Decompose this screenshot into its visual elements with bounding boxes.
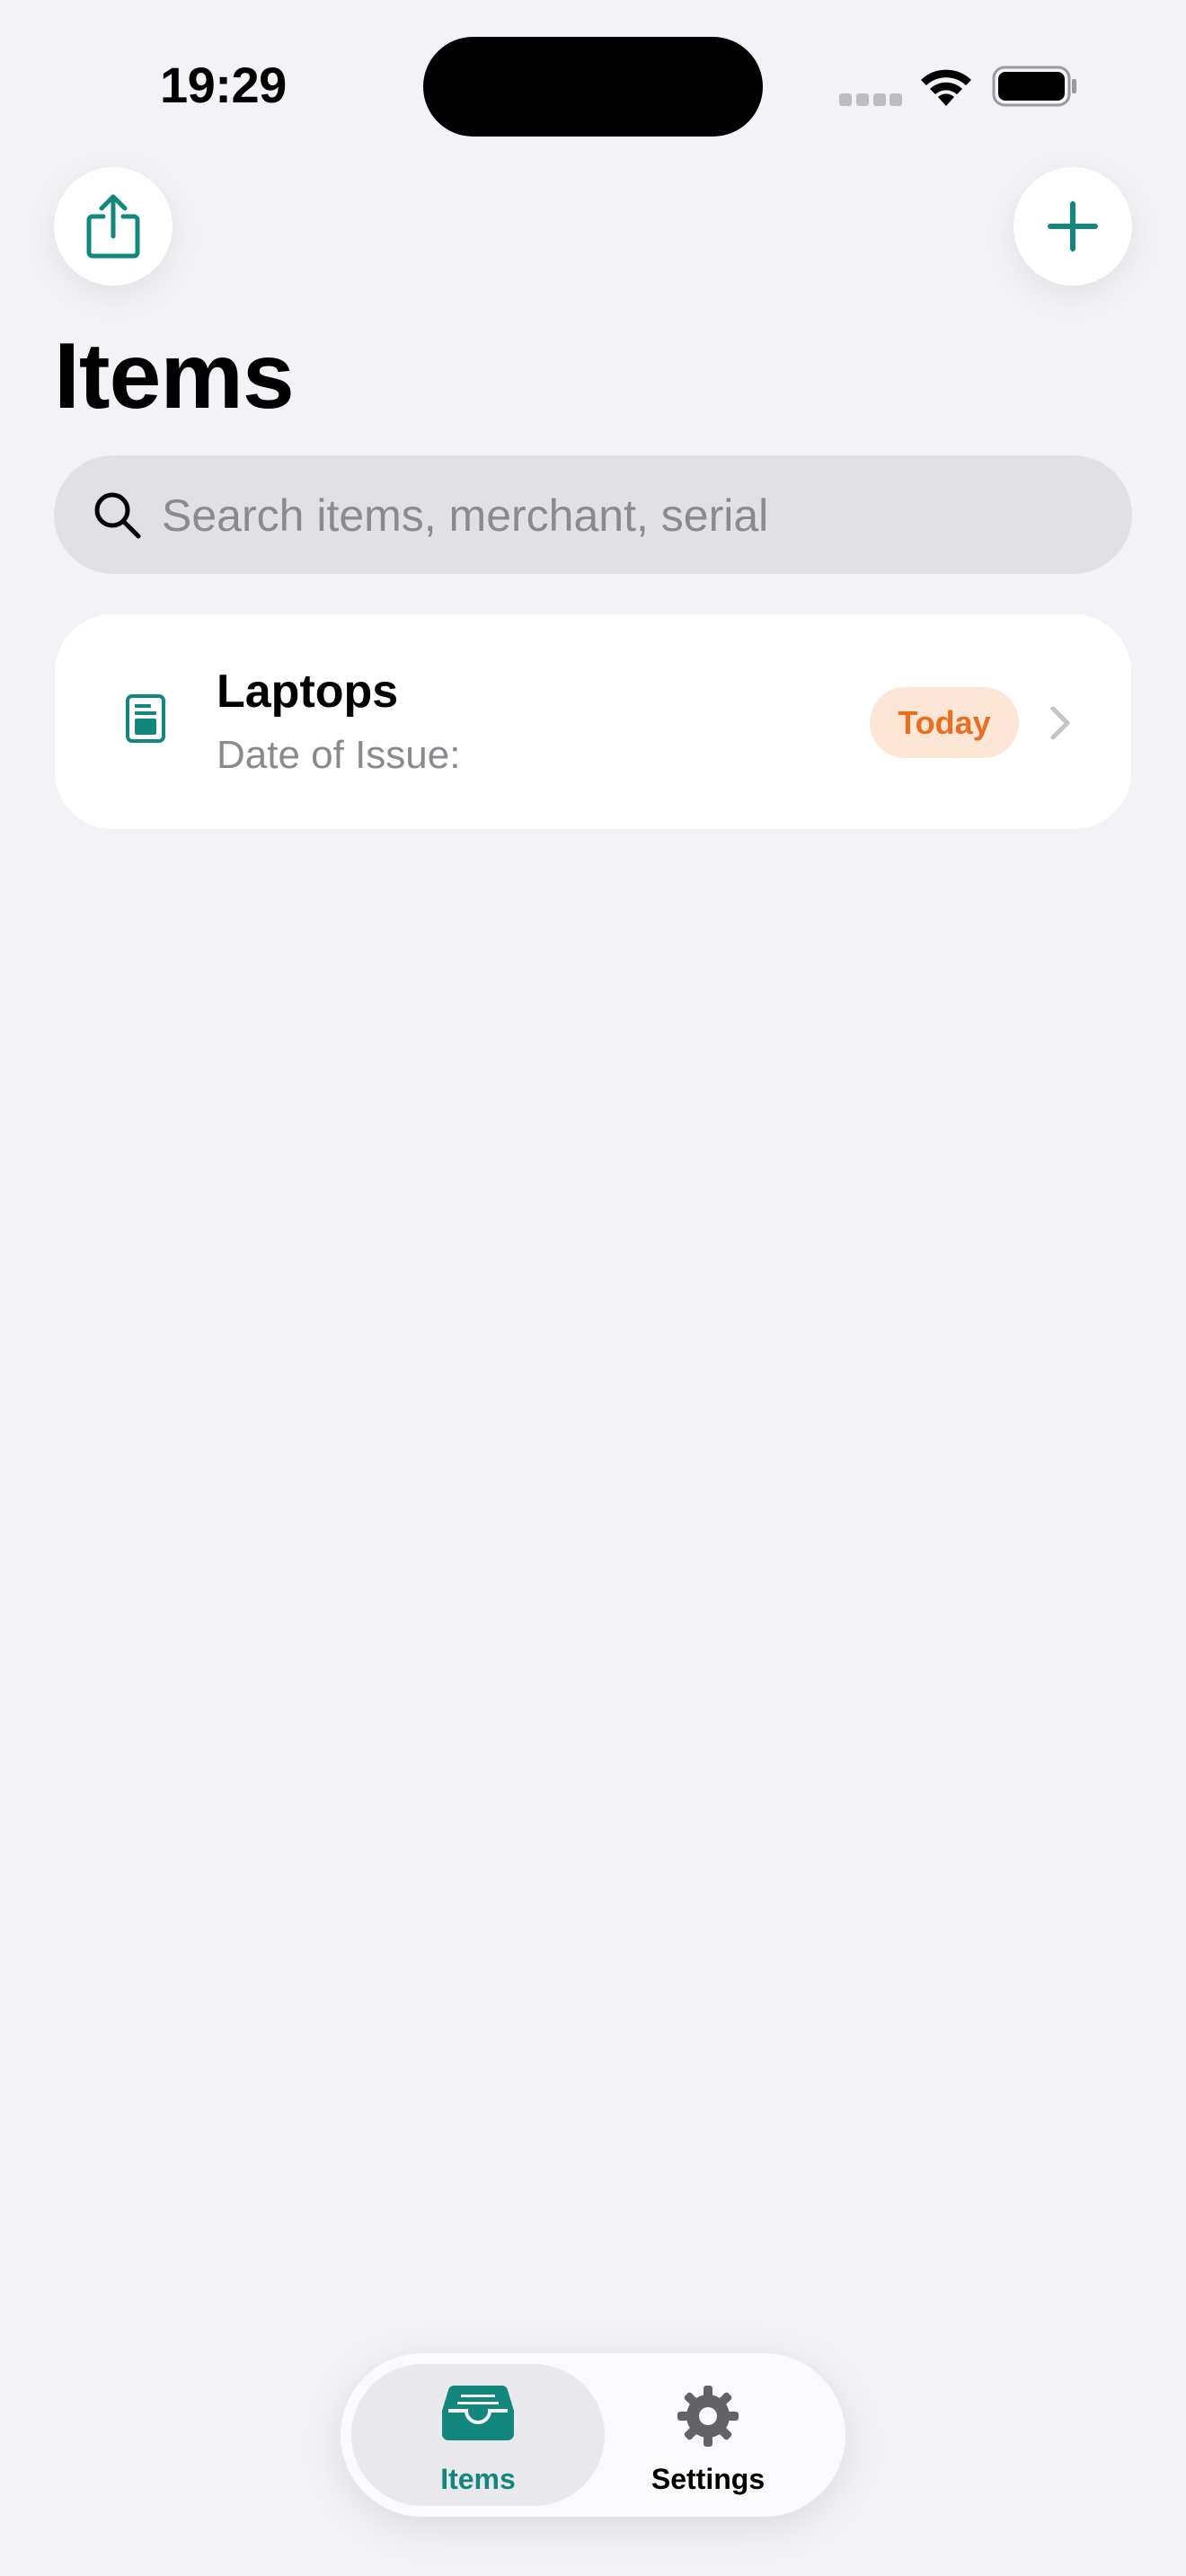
tab-bar: Items Settings (341, 2353, 845, 2517)
share-icon (86, 194, 140, 259)
cellular-signal-icon (839, 93, 902, 106)
tab-settings[interactable]: Settings (581, 2364, 835, 2506)
gear-icon (677, 2386, 739, 2447)
search-input[interactable] (160, 455, 1098, 576)
document-icon (126, 694, 165, 743)
dynamic-island (423, 37, 763, 137)
tab-label: Items (440, 2463, 516, 2495)
wifi-icon (921, 69, 971, 106)
plus-icon (1048, 201, 1098, 251)
search-icon (94, 492, 141, 539)
tray-icon (442, 2385, 514, 2440)
tab-label: Settings (651, 2463, 766, 2495)
list-item[interactable]: Laptops Date of Issue: Today (55, 614, 1131, 829)
page-title: Items (54, 324, 295, 428)
battery-icon (992, 66, 1076, 107)
tab-items[interactable]: Items (351, 2364, 605, 2506)
status-time: 19:29 (160, 57, 287, 113)
chevron-right-icon (1050, 706, 1070, 740)
add-button[interactable] (1013, 167, 1132, 286)
search-bar[interactable] (54, 455, 1132, 576)
status-bar: 19:29 (0, 0, 1186, 162)
item-name: Laptops (217, 666, 399, 718)
status-badge: Today (870, 687, 1019, 758)
share-button[interactable] (54, 167, 173, 286)
item-subtitle: Date of Issue: (217, 733, 461, 777)
